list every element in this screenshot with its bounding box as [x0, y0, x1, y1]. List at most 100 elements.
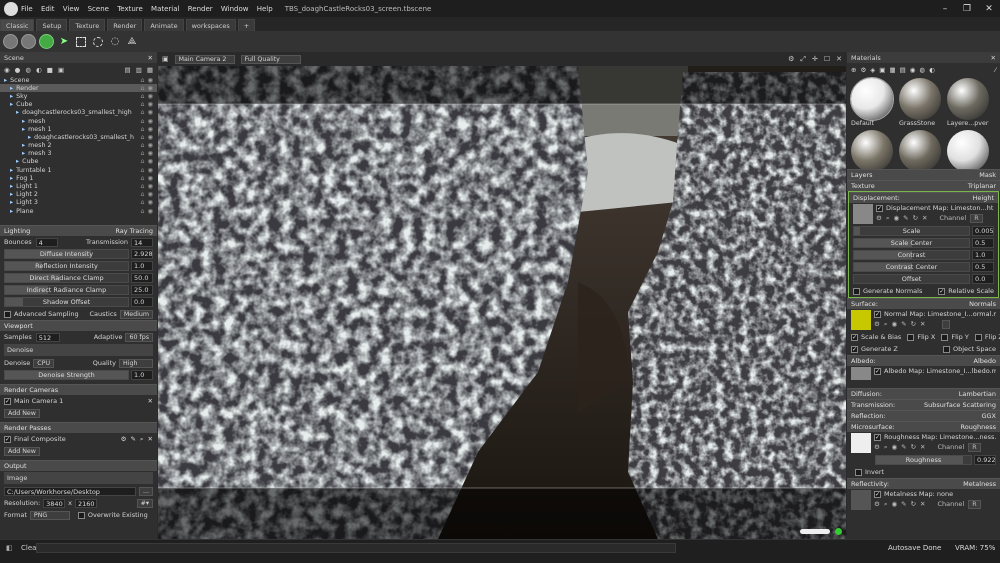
quality-dropdown-viewport[interactable]: Full Quality	[240, 54, 301, 64]
copy-icon[interactable]: ◈	[870, 66, 875, 74]
surface-map-checkbox[interactable]: ✓	[874, 311, 881, 318]
visibility-icon[interactable]: ◉	[148, 101, 154, 108]
search-icon[interactable]: ⌕	[884, 500, 888, 509]
pass-edit-icon[interactable]: ✎	[130, 435, 135, 443]
lock-icon[interactable]: ⌂	[141, 77, 145, 84]
viewport[interactable]: ▣ Main Camera 2 Full Quality ⚙ ⤢ ✛ ☐ ✕	[158, 52, 846, 539]
diffusion-header[interactable]: Diffusion: Lambertian	[847, 388, 1000, 399]
displacement-slider-value[interactable]: 0.005	[972, 226, 994, 236]
rect-select-icon[interactable]	[74, 35, 88, 49]
scene-tree-item[interactable]: ▸ Plane ⌂ ◉	[0, 207, 157, 215]
samples-field[interactable]: 512	[35, 332, 60, 342]
lighting-slider-value[interactable]: 2.928	[131, 249, 153, 259]
advanced-sampling-checkbox[interactable]	[4, 310, 11, 318]
tab-setup[interactable]: Setup	[36, 19, 68, 31]
fit-icon[interactable]: ✛	[812, 55, 818, 63]
displacement-header[interactable]: Displacement: Height	[849, 192, 998, 203]
tab-workspaces[interactable]: workspaces	[185, 19, 236, 31]
res-preset-dropdown[interactable]: #▾	[136, 498, 153, 508]
displacement-type[interactable]: Height	[973, 194, 995, 202]
materials-close-icon[interactable]: ✕	[991, 54, 996, 62]
shape-icon[interactable]: ■	[47, 66, 53, 74]
pass-settings-icon[interactable]: ⚙	[121, 435, 127, 443]
format-dropdown[interactable]: PNG	[29, 510, 70, 520]
scene-tree-item[interactable]: ▸ mesh ⌂ ◉	[0, 117, 157, 125]
scene-tree-item[interactable]: ▸ Light 2 ⌂ ◉	[0, 191, 157, 199]
adaptive-dropdown[interactable]: 60 fps	[125, 332, 153, 342]
displacement-slider[interactable]: Contrast	[853, 250, 970, 260]
texture-type[interactable]: Triplanar	[968, 182, 996, 190]
lock-icon[interactable]: ⌂	[141, 158, 145, 165]
close-button[interactable]: ✕	[978, 0, 1000, 17]
reflectivity-map-label[interactable]: Metalness Map: none	[884, 490, 953, 498]
material-swatch[interactable]: Layere...pver01	[947, 78, 989, 128]
visibility-icon[interactable]: ◉	[148, 183, 154, 190]
albedo-map-checkbox[interactable]: ✓	[874, 368, 881, 375]
scene-tree-item[interactable]: ▸ Cube ⌂ ◉	[0, 101, 157, 109]
lock-icon[interactable]: ⌂	[141, 167, 145, 174]
camera-dropdown[interactable]: Main Camera 2	[174, 54, 235, 64]
group-icon[interactable]: ▣	[58, 66, 64, 74]
scene-tree-item[interactable]: ▸ doaghcastlerocks03_smallest_h ⌂ ◉	[0, 133, 157, 141]
visibility-icon[interactable]: ◉	[148, 208, 154, 215]
displacement-slider[interactable]: Contrast Center	[853, 262, 970, 272]
reflectivity-map-checkbox[interactable]: ✓	[874, 491, 881, 498]
displacement-slider[interactable]: Scale Center	[853, 238, 970, 248]
lock-icon[interactable]: ⌂	[141, 199, 145, 206]
pick-icon[interactable]: ◉	[910, 66, 916, 74]
displacement-slider[interactable]: Scale	[853, 226, 970, 236]
green-sphere-tool-icon[interactable]	[39, 34, 54, 49]
tab-animate[interactable]: Animate	[144, 19, 184, 31]
menu-view[interactable]: View	[63, 5, 80, 13]
lock-icon[interactable]: ⌂	[141, 183, 145, 190]
relative-scale-checkbox[interactable]: ✓	[938, 287, 946, 295]
scene-tree-item[interactable]: ▸ Light 1 ⌂ ◉	[0, 182, 157, 190]
polygon-select-icon[interactable]: ⟁	[125, 35, 139, 49]
displacement-slider[interactable]: Offset	[853, 274, 970, 284]
log-icon[interactable]: ◧	[6, 544, 13, 552]
lasso-icon[interactable]: ◌	[108, 35, 122, 49]
panel-close-icon[interactable]: ✕	[148, 54, 153, 62]
edit-icon[interactable]: ✎	[901, 320, 906, 329]
menu-window[interactable]: Window	[221, 5, 249, 13]
visibility-icon[interactable]: ◉	[148, 77, 154, 84]
scene-tree-item[interactable]: ▸ Sky ⌂ ◉	[0, 92, 157, 100]
flip-x-checkbox[interactable]	[907, 333, 915, 341]
microsurface-thumbnail[interactable]	[851, 433, 871, 453]
visibility-icon[interactable]: ◉	[148, 142, 154, 149]
transmission-field[interactable]: 14	[131, 237, 153, 247]
menu-scene[interactable]: Scene	[88, 5, 109, 13]
fullscreen-icon[interactable]: ⤢	[800, 55, 806, 64]
add-tab-button[interactable]: +	[237, 19, 256, 31]
lock-icon[interactable]: ⌂	[141, 126, 145, 133]
visibility-icon[interactable]: ◉	[148, 118, 154, 125]
scene-tree-item[interactable]: ▸ Scene ⌂ ◉	[0, 76, 157, 84]
folder-open-icon[interactable]: ▥	[136, 66, 142, 74]
overwrite-checkbox[interactable]	[77, 511, 85, 519]
sphere-preview-icon[interactable]: ◍	[919, 66, 925, 74]
lighting-slider[interactable]: Reflection Intensity	[4, 261, 129, 271]
select-arrow-icon[interactable]: ➤	[57, 35, 71, 49]
lighting-mode[interactable]: Ray Tracing	[115, 227, 153, 235]
roughness-slider[interactable]: Roughness	[875, 455, 972, 465]
lock-icon[interactable]: ⌂	[141, 101, 145, 108]
lock-icon[interactable]: ⌂	[141, 208, 145, 215]
scene-tree-item[interactable]: ▸ Turntable 1 ⌂ ◉	[0, 166, 157, 174]
pick-icon[interactable]: ◉	[891, 443, 897, 452]
albedo-type[interactable]: Albedo	[974, 357, 996, 365]
generate-z-checkbox[interactable]: ✓	[851, 345, 858, 353]
camera-row[interactable]: ✓ Main Camera 1 ✕	[0, 395, 157, 407]
res-height-field[interactable]: 2160	[75, 498, 98, 508]
maximize-viewport-icon[interactable]: ☐	[824, 55, 830, 63]
edit-icon[interactable]: ✎	[901, 443, 906, 452]
search-icon[interactable]: ⌕	[884, 443, 888, 452]
import-icon[interactable]: ▤	[900, 66, 906, 74]
transmission-type[interactable]: Subsurface Scattering	[924, 401, 996, 409]
folder-icon[interactable]: ▤	[125, 66, 131, 74]
menu-render[interactable]: Render	[188, 5, 213, 13]
flip-z-checkbox[interactable]	[974, 333, 982, 341]
displacement-slider-value[interactable]: 1.0	[972, 250, 994, 260]
menu-file[interactable]: File	[21, 5, 33, 13]
material-swatch[interactable]: Default	[850, 77, 894, 128]
lighting-header[interactable]: Lighting Ray Tracing	[0, 225, 157, 236]
